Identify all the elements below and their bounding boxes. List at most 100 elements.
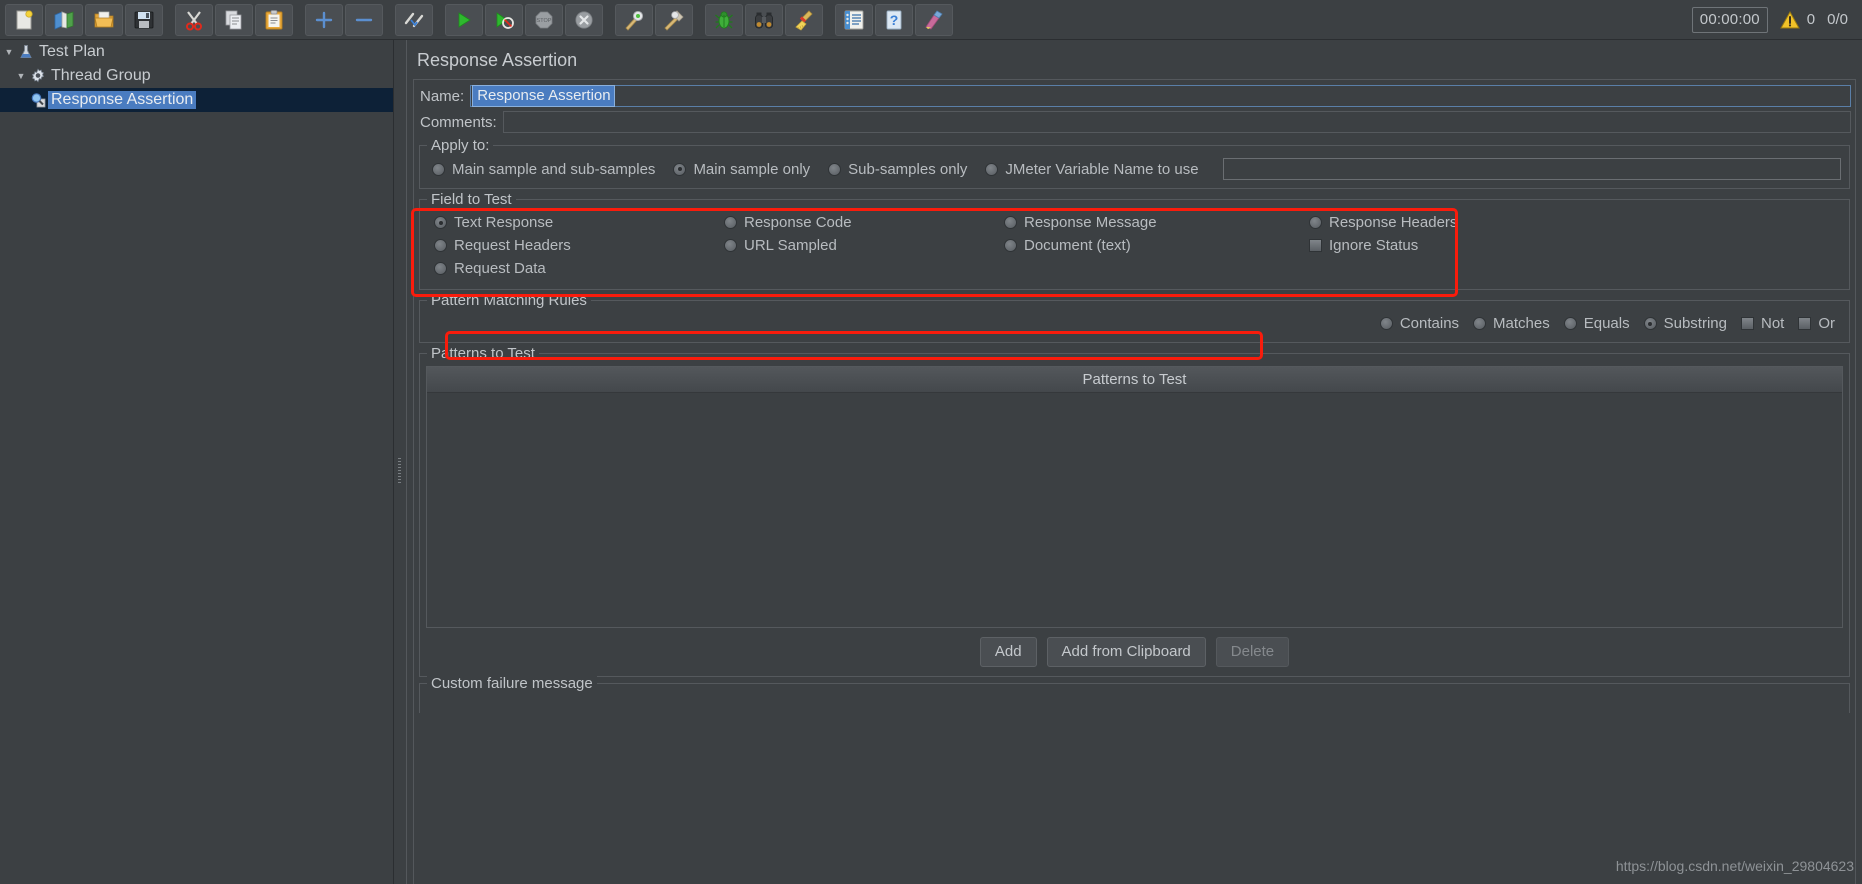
test-plan-icon <box>16 42 36 62</box>
thread-group-icon <box>28 66 48 86</box>
radio-jmeter-variable-name[interactable]: JMeter Variable Name to use <box>985 161 1199 178</box>
checkbox-or[interactable]: Or <box>1798 315 1835 332</box>
save-button[interactable] <box>125 3 163 36</box>
radio-text-response[interactable]: Text Response <box>434 214 724 231</box>
paste-button[interactable] <box>255 3 293 36</box>
bug-icon <box>713 9 735 31</box>
radio-response-message[interactable]: Response Message <box>1004 214 1309 231</box>
copy-button[interactable] <box>215 3 253 36</box>
open-button[interactable] <box>85 3 123 36</box>
paste-icon <box>263 9 285 31</box>
option-label: Substring <box>1663 315 1727 332</box>
pattern-matching-options: Contains Matches Equals Substring Not Or <box>420 309 1849 338</box>
shutdown-icon <box>573 9 595 31</box>
pattern-matching-rules-group: Pattern Matching Rules Contains Matches … <box>419 292 1850 343</box>
option-label: Or <box>1818 315 1835 332</box>
expand-all-button[interactable] <box>305 3 343 36</box>
collapse-all-button[interactable] <box>345 3 383 36</box>
undo-button[interactable] <box>915 3 953 36</box>
toolbar-separator-4 <box>434 4 444 36</box>
radio-indicator-icon <box>432 162 445 176</box>
shutdown-button[interactable] <box>565 3 603 36</box>
patterns-table-body[interactable] <box>427 393 1842 627</box>
radio-response-code[interactable]: Response Code <box>724 214 1004 231</box>
stop-icon: STOP <box>533 9 555 31</box>
add-button[interactable]: Add <box>979 637 1037 667</box>
stop-button[interactable]: STOP <box>525 3 563 36</box>
radio-request-data[interactable]: Request Data <box>434 260 724 277</box>
comments-label: Comments: <box>420 113 497 131</box>
log-viewer-button[interactable] <box>835 3 873 36</box>
clear-button[interactable] <box>615 3 653 36</box>
radio-matches[interactable]: Matches <box>1473 315 1550 332</box>
radio-response-headers[interactable]: Response Headers <box>1309 214 1849 231</box>
patterns-to-test-group: Patterns to Test Patterns to Test Add Ad… <box>419 345 1850 677</box>
checkbox-not[interactable]: Not <box>1740 315 1784 332</box>
radio-main-sample-only[interactable]: Main sample only <box>673 161 810 178</box>
jmeter-variable-name-input[interactable] <box>1222 158 1841 180</box>
radio-indicator-icon <box>985 162 999 176</box>
radio-indicator-icon <box>724 216 737 229</box>
expand-toggle-icon[interactable]: ▼ <box>2 47 16 57</box>
search-button[interactable] <box>745 3 783 36</box>
page-title: Response Assertion <box>417 50 578 70</box>
open-icon <box>93 9 115 31</box>
start-no-pauses-button[interactable] <box>485 3 523 36</box>
add-from-clipboard-button[interactable]: Add from Clipboard <box>1046 637 1206 667</box>
cut-button[interactable] <box>175 3 213 36</box>
radio-indicator-icon <box>1379 317 1393 330</box>
radio-indicator-icon <box>828 162 842 176</box>
panel-splitter[interactable] <box>394 40 406 884</box>
radio-substring[interactable]: Substring <box>1643 315 1727 332</box>
expand-all-icon <box>313 9 335 31</box>
comments-row: Comments: <box>414 109 1855 135</box>
comments-input[interactable] <box>502 111 1851 133</box>
templates-icon <box>53 9 75 31</box>
pattern-matching-rules-title: Pattern Matching Rules <box>427 292 591 309</box>
checkbox-ignore-status[interactable]: Ignore Status <box>1309 237 1849 254</box>
tree-item-thread-group[interactable]: ▼ Thread Group <box>0 64 393 88</box>
tree-item-response-assertion[interactable]: Response Assertion <box>0 88 393 112</box>
option-label: Text Response <box>454 214 554 231</box>
name-input[interactable]: Response Assertion <box>470 85 1851 107</box>
option-label: Main sample only <box>693 160 811 178</box>
radio-contains[interactable]: Contains <box>1379 315 1459 332</box>
function-helper-button[interactable] <box>705 3 743 36</box>
splitter-grip-icon <box>398 458 401 484</box>
option-label: Sub-samples only <box>848 160 968 178</box>
help-button[interactable]: ? <box>875 3 913 36</box>
tree-item-test-plan[interactable]: ▼ Test Plan <box>0 40 393 64</box>
radio-sub-samples-only[interactable]: Sub-samples only <box>828 161 967 178</box>
radio-equals[interactable]: Equals <box>1563 315 1630 332</box>
start-button[interactable] <box>445 3 483 36</box>
radio-main-sample-and-sub-samples[interactable]: Main sample and sub-samples <box>432 161 655 178</box>
watermark-text: https://blog.csdn.net/weixin_29804623 <box>1615 858 1854 874</box>
apply-to-title: Apply to: <box>427 137 494 154</box>
radio-indicator-icon <box>1004 239 1017 252</box>
radio-request-headers[interactable]: Request Headers <box>434 237 724 254</box>
reset-search-button[interactable] <box>785 3 823 36</box>
option-label: Response Code <box>744 214 852 231</box>
field-to-test-group: Field to Test Text Response Response Cod… <box>419 191 1850 290</box>
radio-url-sampled[interactable]: URL Sampled <box>724 237 1004 254</box>
toolbar-separator-2 <box>294 4 304 36</box>
new-button[interactable] <box>5 3 43 36</box>
toggle-button[interactable] <box>395 3 433 36</box>
warning-indicator[interactable]: 0 <box>1779 10 1815 29</box>
save-icon <box>133 9 155 31</box>
checkbox-indicator-icon <box>1740 317 1754 330</box>
svg-text:?: ? <box>890 12 899 28</box>
patterns-to-test-title: Patterns to Test <box>427 345 539 362</box>
expand-toggle-icon[interactable]: ▼ <box>14 71 28 81</box>
templates-button[interactable] <box>45 3 83 36</box>
thread-counter: 0/0 <box>1827 11 1848 28</box>
test-plan-tree[interactable]: ▼ Test Plan ▼ Thread Group Response Asse… <box>0 40 394 884</box>
apply-to-options: Main sample and sub-samples Main sample … <box>420 156 1849 182</box>
start-no-pause-icon <box>493 9 515 31</box>
radio-document-text[interactable]: Document (text) <box>1004 237 1309 254</box>
clear-all-button[interactable] <box>655 3 693 36</box>
toolbar-separator-5 <box>604 4 614 36</box>
delete-button[interactable]: Delete <box>1215 637 1290 667</box>
option-label: Equals <box>1583 315 1630 332</box>
patterns-table[interactable]: Patterns to Test <box>426 366 1843 628</box>
